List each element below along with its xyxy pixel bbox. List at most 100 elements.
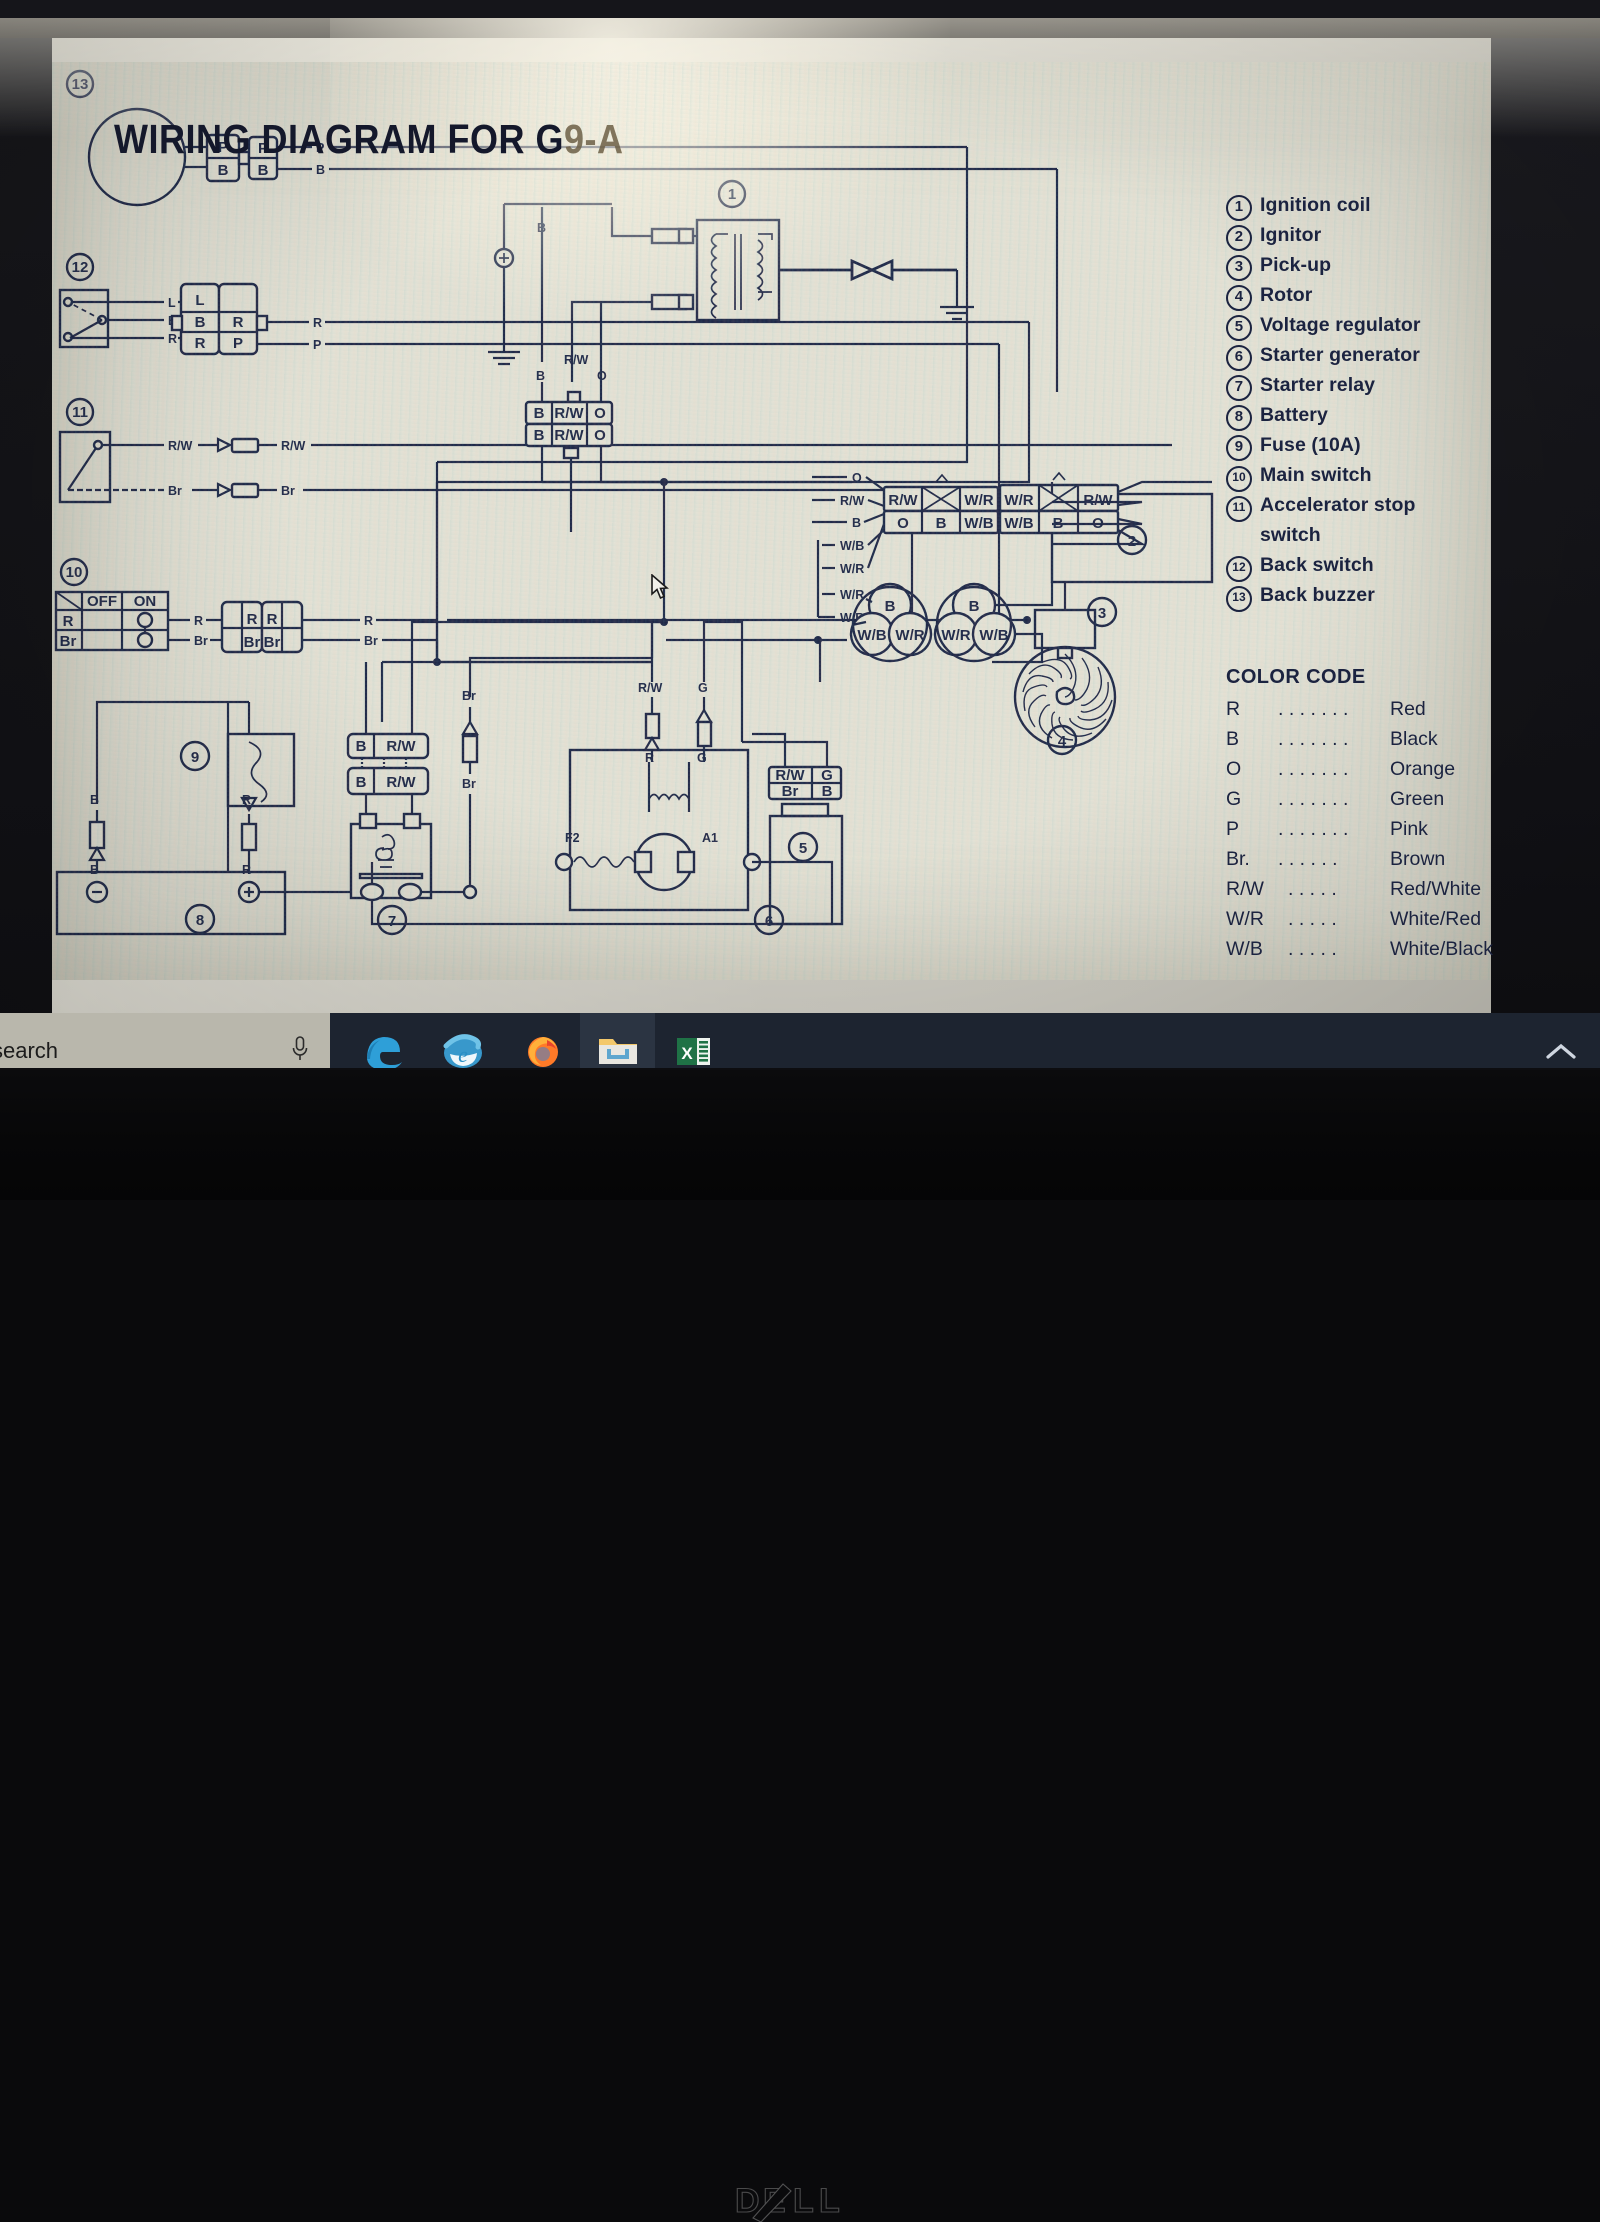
svg-text:B: B [852, 516, 861, 530]
svg-text:R/W: R/W [554, 427, 584, 444]
legend-item: 4 Rotor [1226, 284, 1496, 314]
svg-text:L: L [195, 292, 204, 309]
legend-item: 1Ignition coil [1226, 194, 1496, 224]
svg-text:B: B [316, 163, 325, 177]
svg-text:Br: Br [364, 634, 378, 648]
legend-label: Rotor [1260, 284, 1313, 307]
svg-text:B: B [936, 515, 947, 532]
svg-text:B: B [536, 369, 545, 383]
connector-ignition-coil: BR/WO BR/WO [526, 382, 852, 622]
svg-text:12: 12 [72, 259, 89, 276]
svg-text:R/W: R/W [281, 439, 306, 453]
search-input[interactable]: search [0, 1013, 330, 1068]
excel-icon[interactable]: X [655, 1013, 730, 1068]
file-explorer-icon[interactable] [580, 1013, 655, 1068]
svg-text:9: 9 [191, 749, 199, 766]
svg-text:W/B: W/B [840, 539, 864, 553]
component-battery: 8 B B R R [57, 702, 351, 934]
legend-list: 1Ignition coil 2Ignitor 3Pick-up 4Rotor … [1226, 194, 1496, 614]
cut-off-window-strip [0, 18, 1600, 38]
color-code-key: G [1226, 788, 1278, 811]
svg-text:W/R: W/R [964, 492, 993, 509]
legend-number: 11 [1226, 494, 1252, 522]
legend-label-continuation: switch [1260, 524, 1496, 554]
desktop-right-gutter [1491, 38, 1600, 1013]
cut-off-window-title [745, 18, 749, 28]
component-ignition-coil: 1 [488, 181, 974, 402]
svg-text:W/B: W/B [857, 627, 886, 644]
color-code-value: Green [1390, 788, 1444, 811]
component-starter-generator: 6 F2 A1 R/W [372, 622, 832, 934]
internet-explorer-icon[interactable]: e [425, 1013, 500, 1068]
legend-number: 9 [1226, 434, 1252, 461]
color-code-row: R. . . . . . .Red [1226, 694, 1496, 724]
svg-text:R/W: R/W [168, 439, 193, 453]
show-hidden-icons-chevron-up-icon[interactable] [1544, 1041, 1578, 1063]
firefox-icon[interactable] [505, 1013, 580, 1068]
svg-text:B: B [218, 162, 229, 179]
color-code-value: Brown [1390, 848, 1445, 871]
svg-text:G: G [698, 681, 708, 695]
svg-text:O: O [852, 471, 862, 485]
svg-text:B: B [258, 162, 269, 179]
svg-text:O: O [594, 405, 606, 422]
legend-item: 9Fuse (10A) [1226, 434, 1496, 464]
legend-number: 3 [1226, 254, 1252, 281]
svg-text:B: B [90, 863, 99, 877]
edge-icon[interactable] [345, 1013, 420, 1068]
color-code-key: R [1226, 698, 1278, 721]
legend-label: Main switch [1260, 464, 1372, 487]
color-code-key: R/W [1226, 878, 1288, 901]
svg-text:13: 13 [72, 76, 89, 93]
svg-text:5: 5 [799, 840, 807, 857]
svg-text:R/W: R/W [888, 492, 918, 509]
svg-text:P: P [313, 338, 321, 352]
legend-label: Voltage regulator [1260, 314, 1421, 337]
color-code-dots: . . . . . [1288, 878, 1390, 901]
mouse-cursor [651, 574, 669, 600]
svg-text:ON: ON [134, 593, 157, 610]
svg-text:L: L [819, 2182, 842, 2220]
microphone-icon[interactable] [290, 1035, 310, 1065]
svg-text:OFF: OFF [87, 593, 117, 610]
svg-text:W/R: W/R [895, 627, 924, 644]
page-title: WIRING DIAGRAM FOR G9-A [114, 116, 623, 163]
page-title-main: WIRING DIAGRAM FOR G [114, 116, 564, 162]
legend-number: 13 [1226, 584, 1252, 612]
legend-number: 1 [1226, 194, 1252, 221]
svg-text:Br: Br [244, 634, 261, 651]
color-code-key: W/B [1226, 938, 1288, 961]
color-code-key: B [1226, 728, 1278, 751]
svg-text:R: R [194, 614, 203, 628]
color-code-dots: . . . . . [1288, 938, 1390, 961]
color-code-heading: COLOR CODE [1226, 666, 1496, 689]
color-code-row: G. . . . . . .Green [1226, 784, 1496, 814]
legend-item: 11 Accelerator stop [1226, 494, 1496, 524]
svg-text:Br: Br [264, 634, 281, 651]
svg-text:R: R [364, 614, 373, 628]
color-code-dots: . . . . . . . [1278, 728, 1390, 751]
component-fuse: 9 [181, 702, 294, 810]
dell-logo: D E L L [735, 2178, 865, 2222]
svg-text:G: G [697, 751, 707, 765]
laptop-screen: .w{fill:none;stroke:#1d2546;stroke-width… [0, 18, 1600, 1068]
svg-text:B: B [534, 427, 545, 444]
color-code-dots: . . . . . . . [1278, 758, 1390, 781]
color-code-dots: . . . . . . [1278, 848, 1390, 871]
legend-number: 4 [1226, 284, 1252, 311]
svg-text:R: R [645, 751, 654, 765]
legend-label: Accelerator stop [1260, 494, 1416, 517]
color-code-row: R/W. . . . .Red/White [1226, 874, 1496, 904]
component-voltage-regulator: 5 R/WG BrB [742, 702, 842, 924]
svg-text:B: B [534, 405, 545, 422]
component-back-switch: 12 L B R LBR RP R [60, 254, 1029, 354]
svg-text:R: R [313, 316, 322, 330]
legend-item: 10Main switch [1226, 464, 1496, 494]
laptop-lower-bezel: D E L L [0, 1070, 1600, 1200]
legend-item: 5Voltage regulator [1226, 314, 1496, 344]
legend-number: 8 [1226, 404, 1252, 431]
color-code-value: Pink [1390, 818, 1428, 841]
color-code-row: W/R. . . . .White/Red [1226, 904, 1496, 934]
color-code-dots: . . . . . [1288, 908, 1390, 931]
legend-item: 3Pick-up [1226, 254, 1496, 284]
